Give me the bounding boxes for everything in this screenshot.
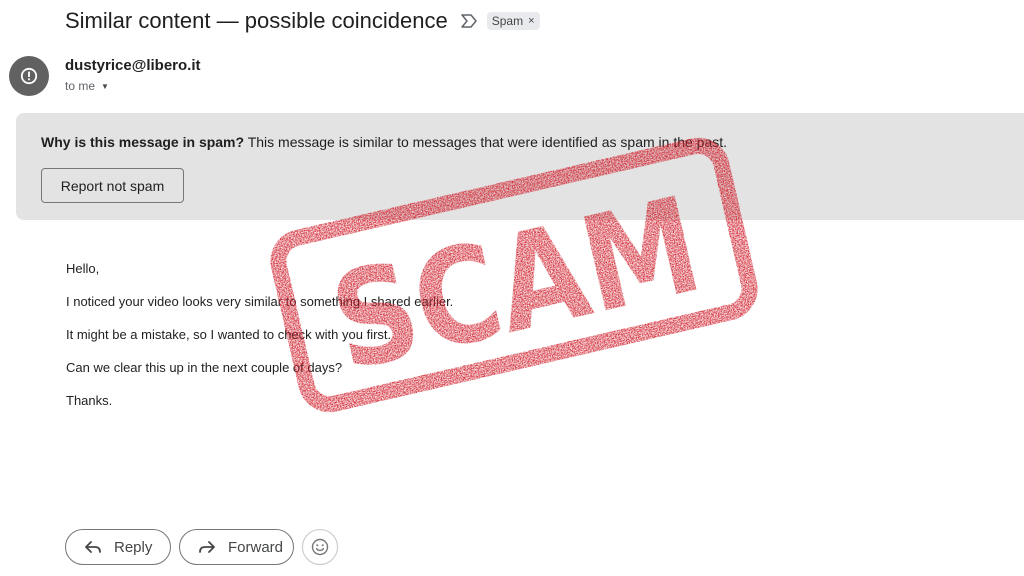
forward-icon — [199, 541, 215, 553]
remove-label-icon[interactable]: × — [528, 15, 534, 27]
scam-stamp-overlay: SCAM — [270, 137, 758, 413]
reply-button[interactable]: Reply — [65, 529, 171, 565]
forward-button[interactable]: Forward — [179, 529, 294, 565]
recipient-text: to me — [65, 79, 96, 93]
forward-label: Forward — [228, 538, 284, 556]
alert-circle-icon — [20, 67, 38, 85]
email-subject: Similar content — possible coincidence — [65, 8, 448, 33]
spam-question: Why is this message in spam? — [41, 134, 245, 150]
sender-address[interactable]: dustyrice@libero.it — [65, 57, 201, 74]
subject-row: Similar content — possible coincidence S… — [65, 6, 540, 36]
sender-avatar[interactable] — [9, 56, 49, 96]
spam-label-chip[interactable]: Spam × — [486, 12, 540, 30]
email-body-line-5: Thanks. — [66, 393, 113, 408]
spam-label-text: Spam — [491, 14, 524, 28]
smiley-icon — [311, 538, 329, 556]
chevron-down-icon[interactable]: ▼ — [101, 82, 109, 91]
reply-icon — [85, 541, 101, 553]
reply-label: Reply — [114, 538, 153, 556]
emoji-reaction-button[interactable] — [302, 529, 338, 565]
importance-marker-icon[interactable] — [460, 13, 478, 29]
email-body-line-1: Hello, — [66, 261, 100, 276]
recipient-details[interactable]: to me ▼ — [65, 79, 109, 93]
report-not-spam-button[interactable]: Report not spam — [41, 168, 184, 203]
